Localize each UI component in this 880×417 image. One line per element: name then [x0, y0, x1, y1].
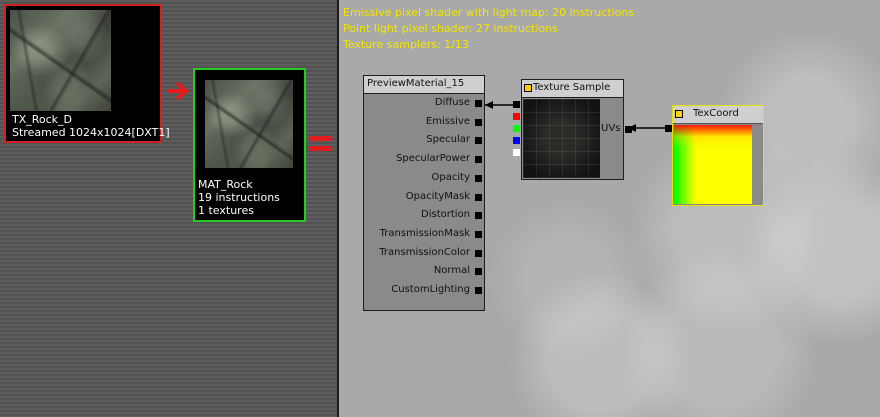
material-input-pin-diffuse[interactable]: [475, 100, 482, 107]
texture-info: Streamed 1024x1024[DXT1]: [12, 126, 170, 139]
texture-sample-alpha-output[interactable]: [513, 149, 520, 156]
material-input-label-distortion: Distortion: [421, 209, 470, 221]
texture-sample-red-output[interactable]: [513, 113, 520, 120]
material-input-label-specular: Specular: [426, 134, 470, 146]
texcoord-swatch-icon: [675, 110, 683, 118]
material-input-pin-emissive[interactable]: [475, 118, 482, 126]
material-thumbnail[interactable]: MAT_Rock 19 instructions 1 textures: [193, 68, 306, 222]
texcoord-header[interactable]: TexCoord: [673, 106, 763, 124]
material-input-label-diffuse: Diffuse: [434, 97, 470, 108]
material-node[interactable]: PreviewMaterial_15 Diffuse Emissive Specul…: [363, 75, 485, 311]
material-input-pin-opacitymask[interactable]: [475, 193, 482, 201]
material-input-pin-opacity[interactable]: [475, 174, 482, 182]
material-input-label-opacitymask: OpacityMask: [405, 190, 470, 202]
texcoord-title: TexCoord: [693, 108, 739, 119]
content-browser-panel: TX_Rock_D Streamed 1024x1024[DXT1] MAT_R…: [0, 0, 337, 417]
material-name: MAT_Rock: [198, 178, 253, 191]
material-input-label-transmissioncolor: TransmissionColor: [379, 246, 470, 258]
material-input-pin-specular[interactable]: [475, 137, 482, 145]
texture-preview-image: [10, 10, 111, 111]
material-editor-canvas[interactable]: Emissive pixel shader with light map: 20…: [339, 0, 880, 417]
material-input-label-transmissionmask: TransmissionMask: [379, 227, 470, 239]
material-instructions: 19 instructions: [198, 191, 280, 204]
material-input-pin-specularpower[interactable]: [475, 156, 482, 164]
material-input-label-opacity: Opacity: [431, 171, 470, 183]
texture-sample-green-output[interactable]: [513, 125, 520, 132]
texture-sample-uvs-label: UVs: [601, 123, 621, 134]
material-node-header[interactable]: PreviewMaterial_15: [364, 76, 484, 94]
material-node-inputs: Diffuse Emissive Specular SpecularPower Opac…: [364, 93, 484, 309]
texture-sample-uvs-pin[interactable]: [625, 126, 632, 133]
texture-sample-node[interactable]: Texture Sample UVs: [521, 79, 632, 180]
material-node-title: PreviewMaterial_15: [367, 78, 465, 89]
texture-sample-title: Texture Sample: [533, 82, 611, 93]
material-input-pin-normal[interactable]: [475, 268, 482, 276]
texcoord-preview: [674, 125, 752, 204]
right-arrow-icon: [165, 81, 190, 101]
material-input-pin-customlighting[interactable]: [475, 287, 482, 294]
texture-sample-swatch-icon: [524, 84, 532, 92]
texture-sample-rgb-output[interactable]: [513, 101, 520, 108]
material-input-label-specularpower: SpecularPower: [396, 153, 470, 165]
material-preview-image: [205, 80, 293, 168]
texture-name: TX_Rock_D: [12, 113, 73, 126]
texture-thumbnail[interactable]: TX_Rock_D Streamed 1024x1024[DXT1]: [4, 4, 170, 143]
material-input-pin-distortion[interactable]: [475, 212, 482, 220]
material-input-pin-transmissioncolor[interactable]: [475, 249, 482, 257]
material-input-label-customlighting: CustomLighting: [391, 284, 470, 295]
material-textures: 1 textures: [198, 204, 254, 217]
texture-sample-preview: [523, 99, 600, 178]
material-input-pin-transmissionmask[interactable]: [475, 230, 482, 238]
material-input-label-emissive: Emissive: [425, 115, 470, 127]
texture-sample-header[interactable]: Texture Sample: [522, 80, 623, 98]
equals-icon: [309, 136, 331, 152]
material-input-label-normal: Normal: [433, 265, 470, 277]
texture-sample-blue-output[interactable]: [513, 137, 520, 144]
texcoord-node[interactable]: TexCoord: [672, 105, 764, 206]
texcoord-output-pin[interactable]: [665, 125, 672, 132]
